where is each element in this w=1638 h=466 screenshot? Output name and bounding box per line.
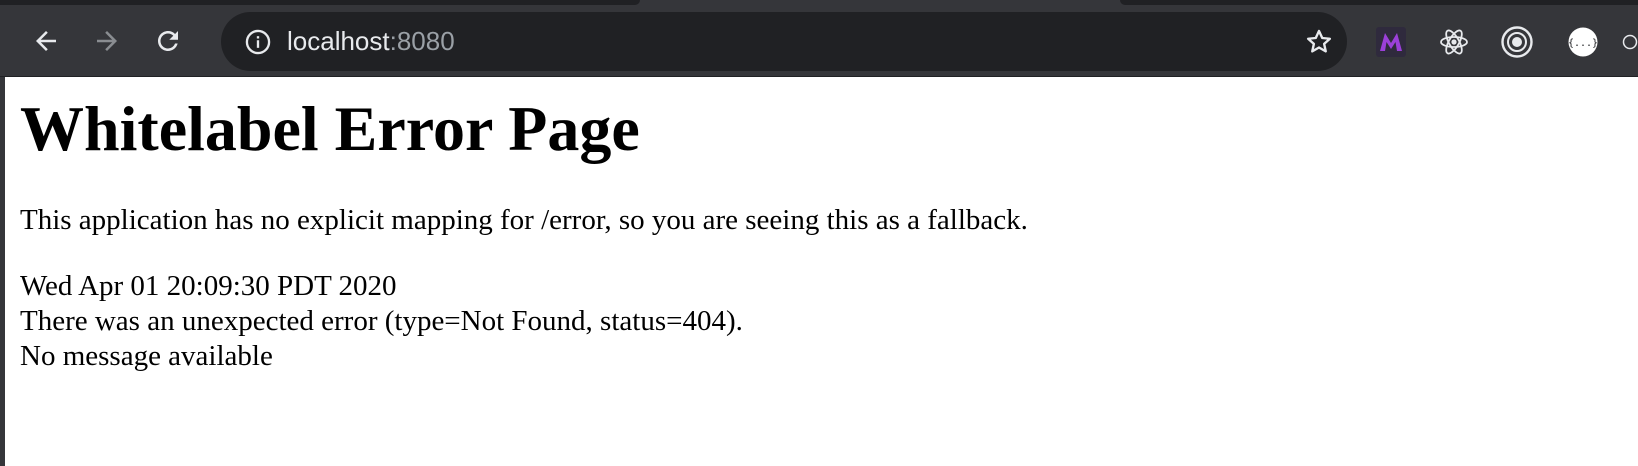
back-arrow-icon: [36, 31, 56, 51]
error-details: Wed Apr 01 20:09:30 PDT 2020 There was a…: [20, 269, 743, 374]
error-type-status: There was an unexpected error (type=Not …: [20, 305, 743, 337]
url-port: :8080: [389, 26, 455, 56]
json-formatter-icon: {...}: [1568, 27, 1598, 57]
tab-strip-right: [1120, 0, 1638, 5]
svg-text:{...}: {...}: [1568, 38, 1598, 49]
bookmark-star-button[interactable]: [1302, 25, 1336, 59]
error-message: No message available: [20, 340, 273, 372]
address-url[interactable]: localhost:8080: [287, 25, 455, 57]
metamask-like-m-extension-icon: [1376, 27, 1406, 57]
extension-m-button[interactable]: [1374, 25, 1408, 59]
extension-target-button[interactable]: [1500, 25, 1534, 59]
error-timestamp: Wed Apr 01 20:09:30 PDT 2020: [20, 270, 397, 302]
reload-button[interactable]: [148, 21, 188, 61]
address-bar[interactable]: localhost:8080: [221, 12, 1347, 71]
back-button[interactable]: [26, 21, 66, 61]
react-devtools-icon: [1440, 29, 1468, 55]
window-edge: [0, 77, 5, 466]
extension-react-button[interactable]: [1437, 25, 1471, 59]
extension-partial-button[interactable]: [1622, 25, 1638, 59]
target-circle-extension-icon: [1501, 26, 1533, 58]
tab-strip-left: [0, 0, 640, 5]
info-icon[interactable]: [243, 27, 273, 57]
circle-extension-icon: [1622, 34, 1638, 50]
url-host: localhost: [287, 26, 390, 56]
star-icon: [1306, 29, 1332, 53]
extension-json-button[interactable]: {...}: [1566, 25, 1600, 59]
page-title: Whitelabel Error Page: [20, 93, 640, 164]
forward-button[interactable]: [87, 21, 127, 61]
reload-icon: [158, 31, 178, 51]
browser-toolbar: localhost:8080 {...}: [0, 0, 1638, 77]
error-explanation: This application has no explicit mapping…: [20, 204, 1028, 236]
forward-arrow-icon: [97, 31, 117, 51]
